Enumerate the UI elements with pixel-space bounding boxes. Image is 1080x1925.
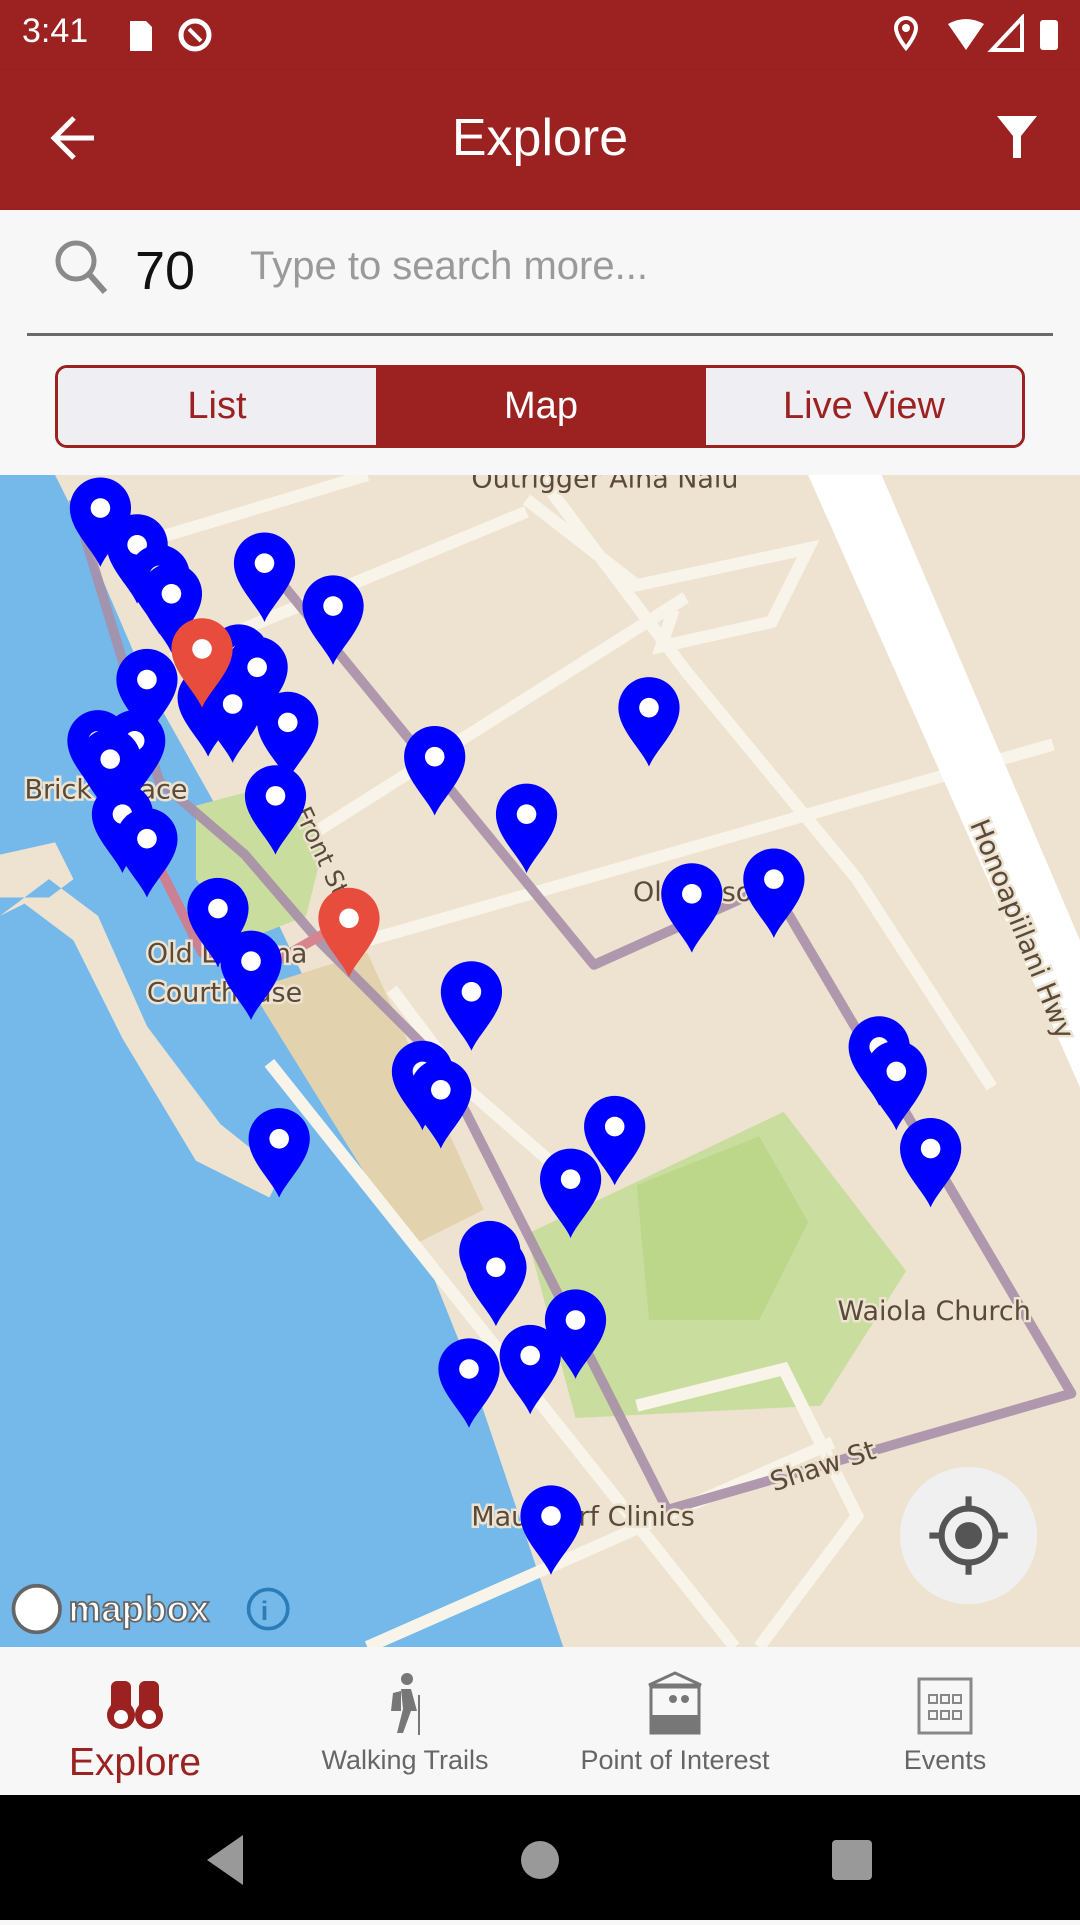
locate-button[interactable] (900, 1466, 1038, 1605)
label-courthouse: Courthouse (147, 978, 302, 1009)
home-nav-icon[interactable] (521, 1841, 559, 1879)
calendar-icon (917, 1677, 973, 1735)
map-canvas[interactable]: Outrigger Aina Nalu Brick Palace Old Lah… (0, 475, 1080, 1647)
kiosk-icon (648, 1671, 702, 1735)
page-title: Explore (451, 109, 629, 167)
nav-explore[interactable]: Explore (0, 1647, 270, 1795)
search-icon (55, 240, 108, 294)
status-right-icons (893, 14, 1058, 52)
status-bar: 3:41 (0, 0, 1080, 70)
app-bar: Explore (0, 70, 1080, 210)
nav-label: Events (903, 1745, 987, 1775)
sd-card-icon (130, 18, 212, 52)
tab-map[interactable]: Map (376, 368, 706, 445)
label-waiola-church: Waiola Church (838, 1296, 1031, 1327)
mapbox-logo: mapbox (11, 1583, 211, 1635)
tab-list[interactable]: List (58, 368, 376, 445)
binoculars-icon (107, 1681, 163, 1729)
map-view[interactable]: Outrigger Aina Nalu Brick Palace Old Lah… (0, 475, 1080, 1647)
mapbox-attribution: mapbox (69, 1588, 210, 1629)
nav-walking-trails[interactable]: Walking Trails (270, 1647, 540, 1795)
search-bar: 70 List Map Live View (0, 210, 1080, 475)
bottom-nav: Explore Walking Trails Point of Interest… (0, 1647, 1080, 1795)
view-toggle: List Map Live View (55, 365, 1025, 448)
tab-live-view[interactable]: Live View (706, 368, 1022, 445)
status-time: 3:41 (22, 12, 89, 50)
system-nav-bar (0, 1795, 1080, 1920)
search-input[interactable] (250, 244, 1030, 289)
nav-label: Point of Interest (580, 1745, 770, 1775)
filter-icon[interactable] (995, 114, 1039, 160)
recents-nav-icon[interactable] (832, 1840, 872, 1880)
system-nav-buttons (207, 1835, 872, 1885)
hiker-icon (391, 1673, 420, 1735)
nav-label: Walking Trails (321, 1745, 489, 1775)
result-count: 70 (135, 241, 196, 301)
label-outrigger: Outrigger Aina Nalu (471, 475, 738, 494)
search-underline (27, 333, 1053, 336)
nav-label: Explore (68, 1741, 202, 1784)
label-maui-surf: Maui Surf Clinics (471, 1502, 694, 1533)
nav-events[interactable]: Events (810, 1647, 1080, 1795)
back-nav-icon[interactable] (207, 1835, 243, 1885)
svg-text:i: i (261, 1596, 268, 1626)
nav-point-of-interest[interactable]: Point of Interest (540, 1647, 810, 1795)
